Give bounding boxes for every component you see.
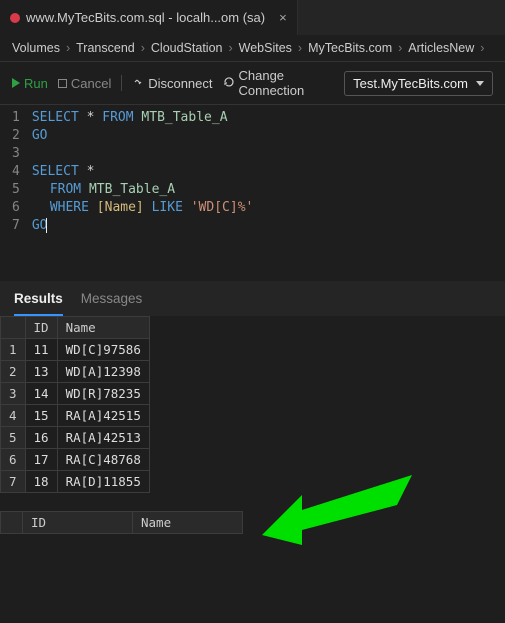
kw: SELECT — [32, 164, 87, 179]
kw: FROM — [94, 110, 141, 125]
tab-title: www.MyTecBits.com.sql - localh...om (sa) — [26, 10, 265, 25]
crumb[interactable]: Volumes — [12, 41, 60, 55]
chevron-right-icon: › — [141, 41, 145, 55]
breadcrumb: Volumes › Transcend › CloudStation › WebSit… — [0, 35, 505, 62]
database-select[interactable]: Test.MyTecBits.com — [344, 71, 493, 96]
kw: LIKE — [144, 200, 191, 215]
change-conn-label: Change Connection — [239, 68, 335, 98]
gutter: 1234567 — [0, 105, 32, 243]
col-header-id[interactable]: ID — [25, 317, 57, 339]
crumb[interactable]: CloudStation — [151, 41, 223, 55]
kw: SELECT — [32, 110, 87, 125]
disconnect-button[interactable]: Disconnect — [132, 76, 212, 91]
result-tabs: Results Messages — [0, 281, 505, 316]
col-header-name[interactable]: Name — [133, 512, 243, 534]
play-icon — [12, 78, 20, 88]
op: * — [87, 164, 95, 179]
code-editor[interactable]: 1234567 SELECT * FROM MTB_Table_A GO SEL… — [0, 105, 505, 243]
close-icon[interactable]: × — [279, 10, 287, 25]
results-panel: ID Name 111WD[C]97586 213WD[A]12398 314W… — [0, 316, 505, 534]
run-label: Run — [24, 76, 48, 91]
disconnect-label: Disconnect — [148, 76, 212, 91]
chevron-right-icon: › — [398, 41, 402, 55]
crumb[interactable]: ArticlesNew — [408, 41, 474, 55]
chevron-right-icon: › — [298, 41, 302, 55]
kw: FROM — [50, 182, 89, 197]
table-row: 415RA[A]42515 — [1, 405, 150, 427]
col-header-name[interactable]: Name — [57, 317, 149, 339]
cancel-button[interactable]: Cancel — [58, 76, 111, 91]
query-toolbar: Run Cancel Disconnect Change Connection … — [0, 62, 505, 105]
tab-bar: www.MyTecBits.com.sql - localh...om (sa)… — [0, 0, 505, 35]
table-row: 718RA[D]11855 — [1, 471, 150, 493]
table-row: 213WD[A]12398 — [1, 361, 150, 383]
tab-messages[interactable]: Messages — [81, 291, 143, 316]
col: [Name] — [97, 200, 144, 215]
col-header-id[interactable]: ID — [23, 512, 133, 534]
corner-cell — [1, 317, 26, 339]
chevron-right-icon: › — [480, 41, 484, 55]
kw: GO — [32, 128, 48, 143]
table-row: 314WD[R]78235 — [1, 383, 150, 405]
table-row: 516RA[A]42513 — [1, 427, 150, 449]
disconnect-icon — [132, 76, 144, 91]
db-name: Test.MyTecBits.com — [353, 76, 468, 91]
change-connection-button[interactable]: Change Connection — [223, 68, 335, 98]
str: 'WD[C]%' — [191, 200, 254, 215]
result-grid-1[interactable]: ID Name 111WD[C]97586 213WD[A]12398 314W… — [0, 316, 150, 493]
table-row: 617RA[C]48768 — [1, 449, 150, 471]
result-grid-2[interactable]: ID Name — [0, 511, 243, 534]
ident: MTB_Table_A — [141, 110, 227, 125]
chevron-right-icon: › — [66, 41, 70, 55]
divider — [121, 75, 122, 91]
chevron-right-icon: › — [228, 41, 232, 55]
crumb[interactable]: WebSites — [239, 41, 292, 55]
corner-cell — [1, 512, 23, 534]
editor-tab[interactable]: www.MyTecBits.com.sql - localh...om (sa)… — [0, 0, 298, 35]
refresh-icon — [223, 76, 235, 91]
code-area[interactable]: SELECT * FROM MTB_Table_A GO SELECT * FR… — [32, 105, 254, 243]
table-row: 111WD[C]97586 — [1, 339, 150, 361]
crumb[interactable]: Transcend — [76, 41, 135, 55]
ident: MTB_Table_A — [89, 182, 175, 197]
stop-icon — [58, 79, 67, 88]
kw: WHERE — [50, 200, 97, 215]
db-icon — [10, 13, 20, 23]
tab-results[interactable]: Results — [14, 291, 63, 316]
crumb[interactable]: MyTecBits.com — [308, 41, 392, 55]
chevron-down-icon — [476, 81, 484, 86]
run-button[interactable]: Run — [12, 76, 48, 91]
cancel-label: Cancel — [71, 76, 111, 91]
